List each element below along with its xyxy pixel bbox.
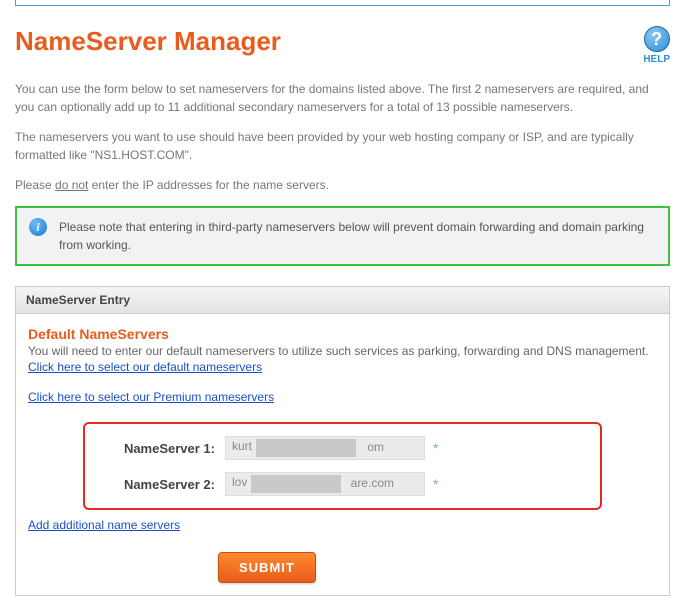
add-additional-nameservers-link[interactable]: Add additional name servers <box>28 518 180 532</box>
intro-paragraph-3: Please do not enter the IP addresses for… <box>15 176 670 194</box>
intro-paragraph-1: You can use the form below to set namese… <box>15 80 670 116</box>
intro-paragraph-2: The nameservers you want to use should h… <box>15 128 670 164</box>
nameserver-entry-section: NameServer Entry Default NameServers You… <box>15 286 670 596</box>
page-title: NameServer Manager <box>15 26 281 57</box>
nameserver-2-input[interactable]: lov are.com <box>225 472 425 496</box>
do-not-underline: do not <box>55 178 88 192</box>
nameserver-1-input[interactable]: kurt om <box>225 436 425 460</box>
redacted-strip <box>256 439 356 457</box>
info-icon: i <box>29 218 47 236</box>
submit-button[interactable]: SUBMIT <box>218 552 316 583</box>
notice-text: Please note that entering in third-party… <box>59 218 656 254</box>
default-nameservers-desc: You will need to enter our default names… <box>28 344 657 358</box>
top-accent-border <box>15 0 670 6</box>
select-default-nameservers-link[interactable]: Click here to select our default nameser… <box>28 360 262 374</box>
help-label: HELP <box>643 54 670 65</box>
default-nameservers-title: Default NameServers <box>28 326 657 342</box>
required-marker: * <box>433 440 438 456</box>
required-marker: * <box>433 476 438 492</box>
help-icon: ? <box>644 26 670 52</box>
nameserver-2-label: NameServer 2: <box>105 477 225 492</box>
intro-block: You can use the form below to set namese… <box>15 80 670 194</box>
section-header: NameServer Entry <box>16 287 669 314</box>
help-button[interactable]: ? HELP <box>643 26 670 65</box>
redacted-strip <box>251 475 341 493</box>
select-premium-nameservers-link[interactable]: Click here to select our Premium nameser… <box>28 390 274 404</box>
nameserver-inputs-highlight: NameServer 1: kurt om * NameServer 2: lo… <box>83 422 602 510</box>
nameserver-1-label: NameServer 1: <box>105 441 225 456</box>
notice-box: i Please note that entering in third-par… <box>15 206 670 266</box>
